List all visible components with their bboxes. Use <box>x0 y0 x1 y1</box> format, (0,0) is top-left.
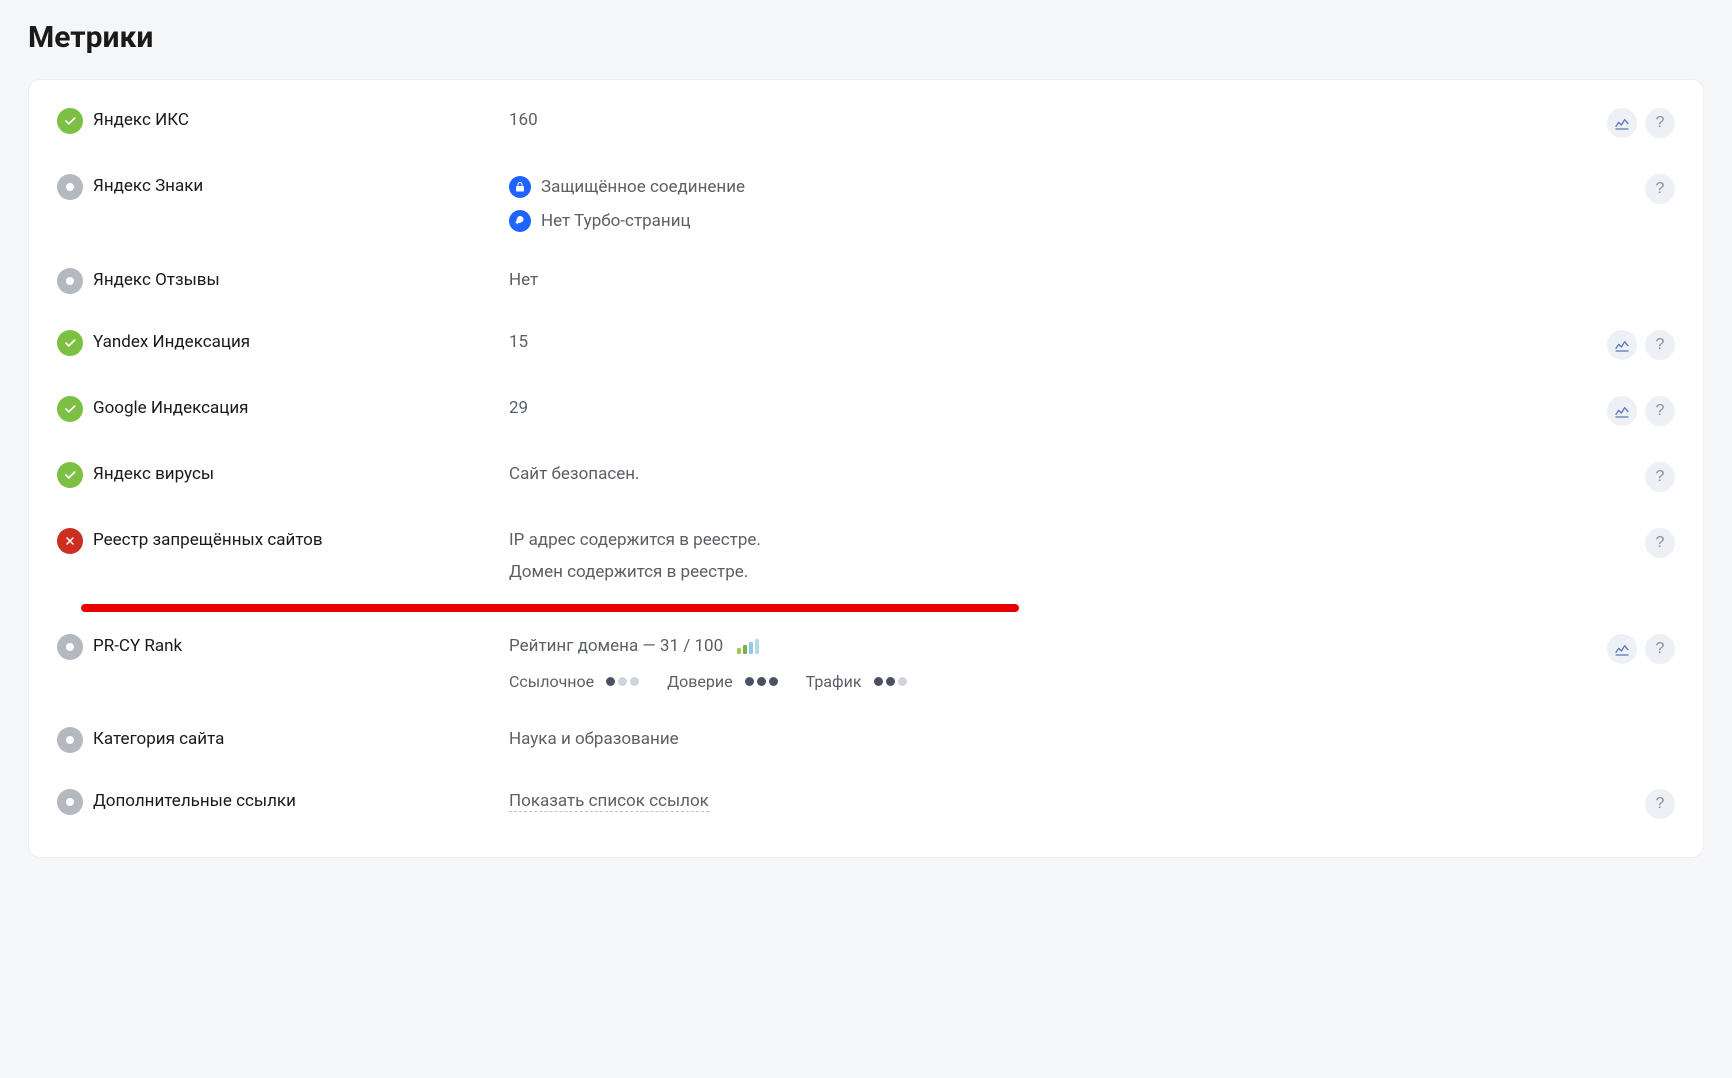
chart-icon[interactable] <box>1607 330 1637 360</box>
chart-icon[interactable] <box>1607 108 1637 138</box>
row-yandex-virus: Яндекс вирусы Сайт безопасен. ? <box>29 444 1703 510</box>
dot-icon <box>57 268 83 294</box>
check-icon <box>57 462 83 488</box>
metric-value: Нет Турбо-страниц <box>541 211 691 231</box>
check-icon <box>57 108 83 134</box>
dot-icon <box>57 634 83 660</box>
metric-label: Яндекс Знаки <box>93 176 203 196</box>
help-icon[interactable]: ? <box>1645 330 1675 360</box>
factor-label: Ссылочное <box>509 672 594 691</box>
signal-bars-icon <box>737 639 759 654</box>
metric-value: 160 <box>509 110 538 130</box>
cross-icon <box>57 528 83 554</box>
row-google-index: Google Индексация 29 ? <box>29 378 1703 444</box>
metric-value: Сайт безопасен. <box>509 464 640 484</box>
row-registry: Реестр запрещённых сайтов IP адрес содер… <box>29 510 1703 600</box>
row-extra-links: Дополнительные ссылки Показать список сс… <box>29 771 1703 837</box>
metric-label: PR-CY Rank <box>93 636 182 656</box>
help-icon[interactable]: ? <box>1645 528 1675 558</box>
metric-label: Категория сайта <box>93 729 224 749</box>
help-icon[interactable]: ? <box>1645 174 1675 204</box>
metric-value: Нет <box>509 270 538 290</box>
metric-label: Yandex Индексация <box>93 332 250 352</box>
row-yandex-otzyvy: Яндекс Отзывы Нет <box>29 250 1703 312</box>
lock-icon <box>509 176 531 198</box>
dot-icon <box>57 727 83 753</box>
help-icon[interactable]: ? <box>1645 789 1675 819</box>
metrics-card: Яндекс ИКС 160 ? Яндекс Знаки <box>28 79 1704 858</box>
rocket-icon <box>509 210 531 232</box>
row-yandex-iks: Яндекс ИКС 160 ? <box>29 90 1703 156</box>
row-category: Категория сайта Наука и образование <box>29 709 1703 771</box>
page-title: Метрики <box>28 20 1704 55</box>
metric-label: Яндекс ИКС <box>93 110 189 130</box>
dots-icon <box>745 677 778 686</box>
metric-value: IP адрес содержится в реестре. <box>509 530 761 550</box>
rank-factors: Ссылочное Доверие Трафик <box>509 672 1587 691</box>
help-icon[interactable]: ? <box>1645 462 1675 492</box>
row-prcy-rank: PR-CY Rank Рейтинг домена — 31 / 100 Ссы… <box>29 616 1703 709</box>
help-icon[interactable]: ? <box>1645 634 1675 664</box>
metric-label: Яндекс вирусы <box>93 464 214 484</box>
check-icon <box>57 396 83 422</box>
chart-icon[interactable] <box>1607 396 1637 426</box>
show-links-link[interactable]: Показать список ссылок <box>509 791 709 812</box>
help-icon[interactable]: ? <box>1645 396 1675 426</box>
highlight-bar <box>81 604 1019 612</box>
factor-label: Доверие <box>667 672 733 691</box>
metric-value: Наука и образование <box>509 729 679 749</box>
metric-value: Домен содержится в реестре. <box>509 562 748 582</box>
metric-label: Яндекс Отзывы <box>93 270 220 290</box>
metric-value: 29 <box>509 398 528 418</box>
help-icon[interactable]: ? <box>1645 108 1675 138</box>
metric-label: Дополнительные ссылки <box>93 791 296 811</box>
dots-icon <box>606 677 639 686</box>
dot-icon <box>57 174 83 200</box>
metric-value: Рейтинг домена — 31 / 100 <box>509 636 723 656</box>
row-yandex-znaki: Яндекс Знаки Защищённое соединение Нет Т… <box>29 156 1703 250</box>
dot-icon <box>57 789 83 815</box>
dots-icon <box>874 677 907 686</box>
row-yandex-index: Yandex Индексация 15 ? <box>29 312 1703 378</box>
metric-label: Google Индексация <box>93 398 249 418</box>
metric-label: Реестр запрещённых сайтов <box>93 530 323 550</box>
metric-value: Защищённое соединение <box>541 177 745 197</box>
chart-icon[interactable] <box>1607 634 1637 664</box>
factor-label: Трафик <box>806 672 862 691</box>
metric-value: 15 <box>509 332 528 352</box>
check-icon <box>57 330 83 356</box>
